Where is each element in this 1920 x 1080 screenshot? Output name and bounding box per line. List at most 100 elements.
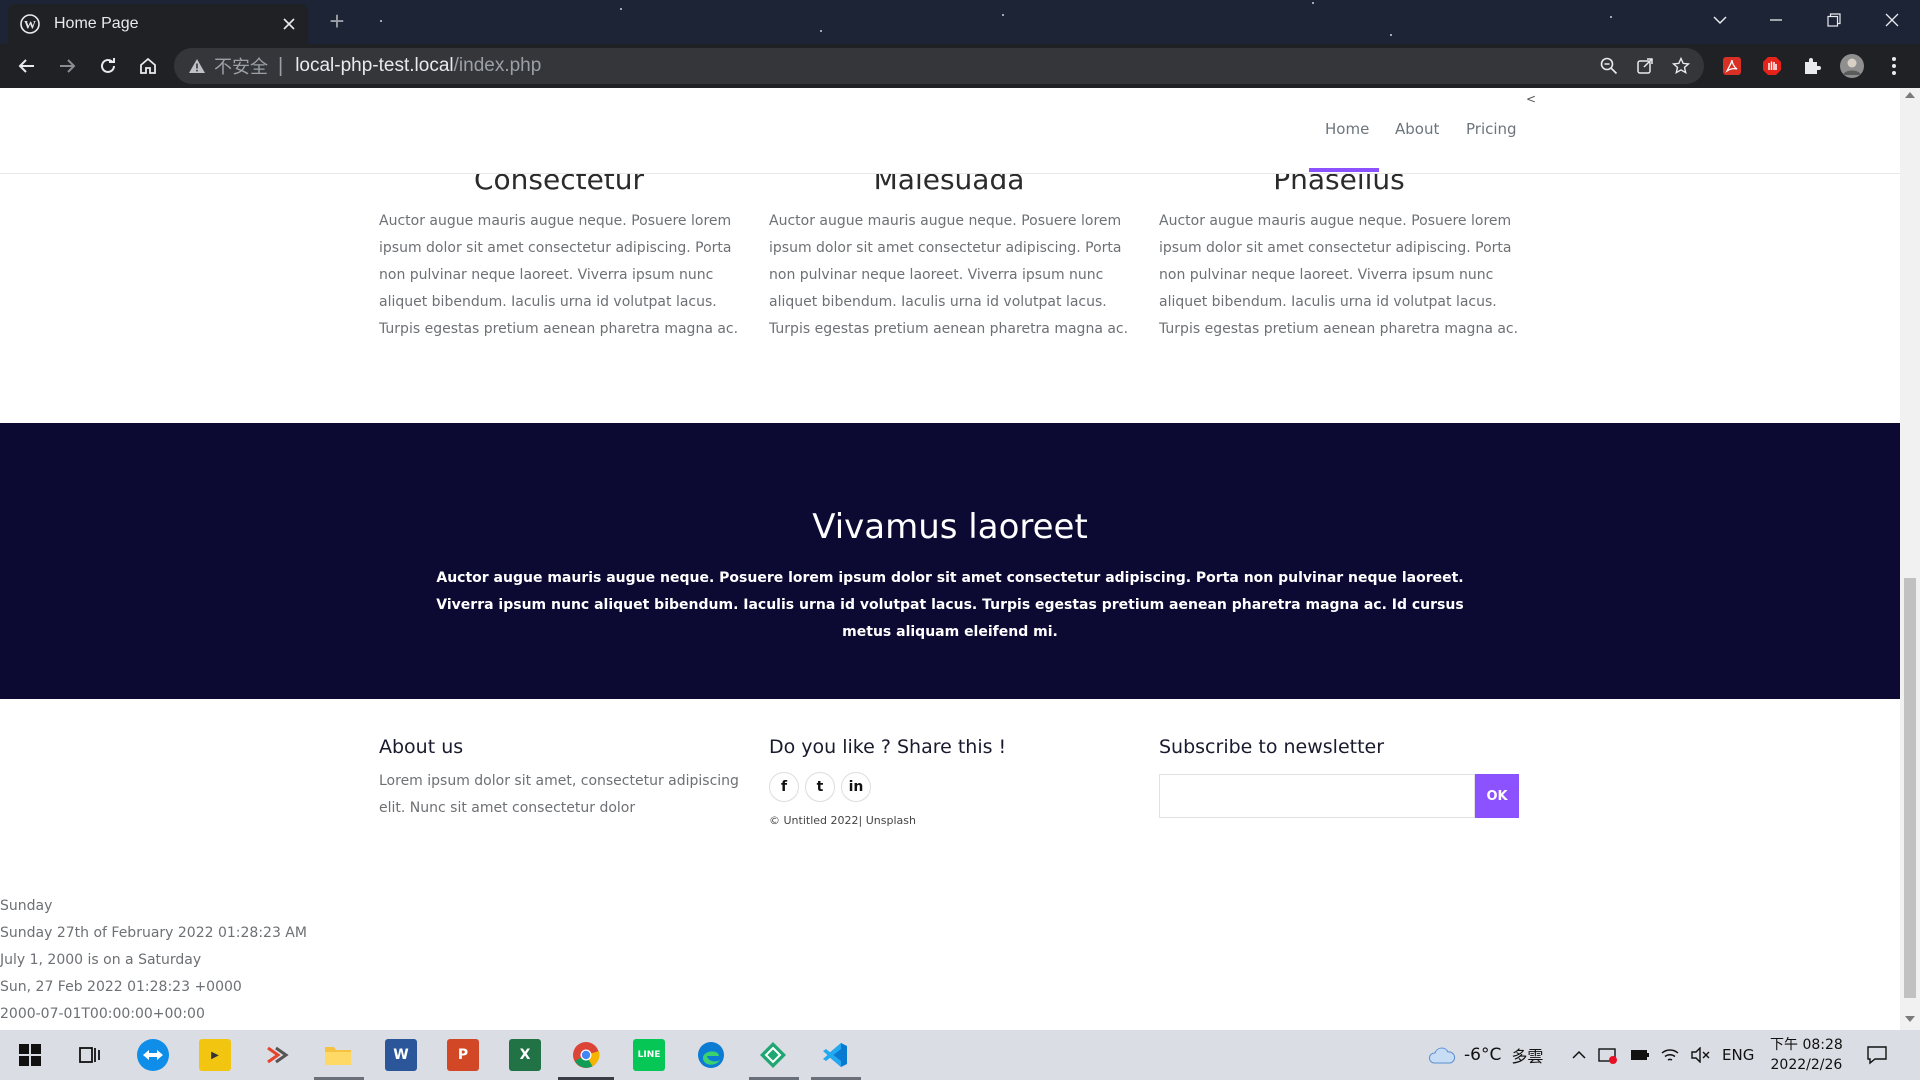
arrow-left-icon bbox=[18, 59, 34, 73]
windows-taskbar: ▶ W P X LINE -6°C 多雲 ENG 下午 08:28 2022/2… bbox=[0, 1030, 1920, 1080]
profile-avatar[interactable] bbox=[1840, 54, 1864, 78]
nav-toggle-caret[interactable]: < bbox=[1526, 92, 1536, 106]
clock-time: 下午 08:28 bbox=[1770, 1037, 1843, 1053]
volume-muted-icon[interactable] bbox=[1690, 1030, 1710, 1080]
share-icon[interactable] bbox=[1636, 57, 1654, 75]
nav-link-home[interactable]: Home bbox=[1325, 120, 1369, 138]
weather-desc: 多雲 bbox=[1511, 1047, 1544, 1066]
insecure-label[interactable]: 不安全 bbox=[214, 53, 268, 79]
close-window-button[interactable] bbox=[1864, 0, 1920, 40]
clock-date: 2022/2/26 bbox=[1770, 1057, 1843, 1073]
wordpress-icon: W bbox=[20, 14, 40, 34]
copyright-text: © Untitled 2022| Unsplash bbox=[769, 814, 916, 827]
warning-icon[interactable] bbox=[188, 58, 206, 74]
footer-share-title: Do you like ? Share this ! bbox=[769, 736, 1007, 758]
site-navbar: < Home About Pricing bbox=[0, 88, 1900, 174]
background-star bbox=[820, 30, 822, 32]
highlight-band: Vivamus laoreet Auctor augue mauris augu… bbox=[0, 423, 1900, 699]
close-tab-icon[interactable] bbox=[282, 17, 296, 31]
newsletter-title: Subscribe to newsletter bbox=[1159, 736, 1385, 758]
minimize-icon bbox=[1770, 19, 1782, 21]
svg-text:W: W bbox=[24, 18, 36, 32]
twitter-icon[interactable]: t bbox=[805, 772, 835, 802]
background-star bbox=[380, 20, 382, 22]
input-language[interactable]: ENG bbox=[1722, 1030, 1754, 1080]
edge-icon[interactable] bbox=[695, 1039, 727, 1071]
feature-card: Consectetur Auctor augue mauris augue ne… bbox=[379, 158, 739, 343]
extensions-puzzle-icon[interactable] bbox=[1800, 54, 1824, 78]
restore-button[interactable] bbox=[1806, 0, 1862, 40]
page-scrollbar[interactable] bbox=[1900, 88, 1920, 1030]
browser-toolbar: 不安全 | local-php-test.local /index.php bbox=[0, 44, 1920, 88]
scrollbar-thumb[interactable] bbox=[1904, 578, 1916, 998]
windows-start-icon[interactable] bbox=[14, 1039, 46, 1071]
scroll-down-arrow-icon[interactable] bbox=[1905, 1016, 1915, 1022]
php-output-line: Sunday bbox=[0, 898, 53, 914]
adblock-extension-icon[interactable] bbox=[1760, 54, 1784, 78]
acrobat-extension-icon[interactable] bbox=[1720, 54, 1744, 78]
powerpoint-icon[interactable]: P bbox=[447, 1039, 479, 1071]
newsletter-ok-button[interactable]: OK bbox=[1475, 774, 1519, 818]
tab-title: Home Page bbox=[54, 15, 139, 32]
php-output-line: Sunday 27th of February 2022 01:28:23 AM bbox=[0, 925, 307, 941]
teamviewer-icon[interactable] bbox=[137, 1039, 169, 1071]
wifi-icon[interactable] bbox=[1660, 1030, 1680, 1080]
footer-about: About us Lorem ipsum dolor sit amet, con… bbox=[379, 736, 739, 822]
nav-link-about[interactable]: About bbox=[1395, 120, 1439, 138]
feature-text: Auctor augue mauris augue neque. Posuere… bbox=[769, 213, 1129, 337]
linkedin-icon[interactable]: in bbox=[841, 772, 871, 802]
excel-icon[interactable]: X bbox=[509, 1039, 541, 1071]
nav-link-pricing[interactable]: Pricing bbox=[1466, 120, 1517, 138]
minimize-button[interactable] bbox=[1748, 0, 1804, 40]
tray-overflow-chevron-icon[interactable] bbox=[1572, 1030, 1586, 1080]
scroll-up-arrow-icon[interactable] bbox=[1905, 92, 1915, 98]
kmplayer-icon[interactable]: ▶ bbox=[199, 1039, 231, 1071]
git-tool-icon[interactable] bbox=[261, 1039, 293, 1071]
background-star bbox=[1002, 14, 1004, 16]
bookmark-star-icon[interactable] bbox=[1672, 57, 1690, 75]
feature-card: Phasellus Auctor augue mauris augue nequ… bbox=[1159, 158, 1519, 343]
back-button[interactable] bbox=[15, 54, 39, 78]
url-path: /index.php bbox=[453, 55, 542, 76]
menu-kebab-icon[interactable] bbox=[1882, 54, 1906, 78]
home-icon bbox=[140, 57, 156, 74]
reload-button[interactable] bbox=[96, 54, 120, 78]
chevron-down-icon bbox=[1713, 16, 1727, 25]
chrome-icon[interactable] bbox=[570, 1039, 602, 1071]
footer-share: Do you like ? Share this ! f t in © Unti… bbox=[769, 736, 1129, 827]
zoom-icon[interactable] bbox=[1600, 57, 1618, 75]
php-date-output: Sunday Sunday 27th of February 2022 01:2… bbox=[0, 893, 307, 1028]
url-host: local-php-test.local bbox=[295, 55, 454, 76]
footer-about-title: About us bbox=[379, 736, 464, 758]
tab-search-button[interactable] bbox=[1692, 0, 1748, 40]
gitkraken-icon[interactable] bbox=[757, 1039, 789, 1071]
background-star bbox=[1312, 2, 1314, 4]
page-viewport: Consectetur Auctor augue mauris augue ne… bbox=[0, 88, 1900, 1030]
browser-tab-strip: W Home Page + bbox=[0, 0, 1920, 44]
home-button[interactable] bbox=[136, 54, 160, 78]
facebook-icon[interactable]: f bbox=[769, 772, 799, 802]
address-bar[interactable]: 不安全 | local-php-test.local /index.php bbox=[174, 48, 1704, 84]
browser-tab-active[interactable]: W Home Page bbox=[8, 4, 308, 44]
band-text: Auctor augue mauris augue neque. Posuere… bbox=[436, 570, 1464, 640]
social-links: f t in bbox=[769, 772, 1129, 802]
word-icon[interactable]: W bbox=[385, 1039, 417, 1071]
reload-icon bbox=[101, 58, 115, 73]
close-icon bbox=[1885, 13, 1899, 27]
line-icon[interactable]: LINE bbox=[633, 1039, 665, 1071]
background-star bbox=[1390, 34, 1392, 36]
notification-icon[interactable] bbox=[1866, 1030, 1888, 1080]
battery-icon[interactable] bbox=[1630, 1030, 1650, 1080]
new-tab-button[interactable]: + bbox=[325, 8, 349, 34]
task-view-icon[interactable] bbox=[74, 1039, 106, 1071]
clock[interactable]: 下午 08:28 2022/2/26 bbox=[1770, 1030, 1843, 1080]
footer-newsletter: Subscribe to newsletter OK bbox=[1159, 736, 1519, 818]
security-tray-icon[interactable] bbox=[1598, 1030, 1618, 1080]
feature-card: Malesuada Auctor augue mauris augue nequ… bbox=[769, 158, 1129, 343]
newsletter-email-input[interactable] bbox=[1159, 774, 1475, 818]
vscode-icon[interactable] bbox=[819, 1039, 851, 1071]
background-star bbox=[620, 8, 622, 10]
forward-button[interactable] bbox=[55, 54, 79, 78]
weather-widget[interactable]: -6°C 多雲 bbox=[1428, 1030, 1543, 1080]
file-explorer-icon[interactable] bbox=[322, 1039, 354, 1071]
